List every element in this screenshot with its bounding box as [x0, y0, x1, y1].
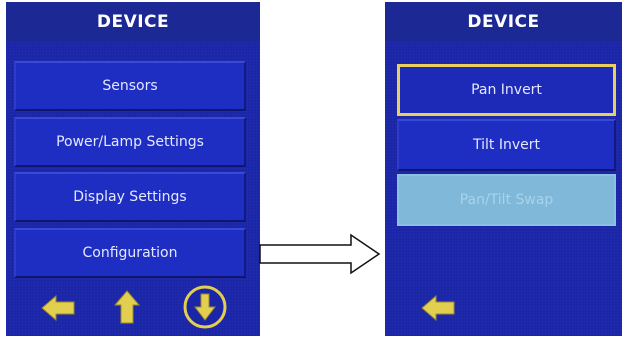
display-settings-label: Display Settings [73, 189, 187, 205]
sensors-button-label: Sensors [102, 78, 158, 94]
pan-invert-button[interactable]: Pan Invert [397, 64, 616, 116]
arrow-left-icon[interactable] [40, 294, 76, 322]
sensors-button[interactable]: Sensors [14, 61, 246, 111]
configuration-button[interactable]: Configuration [14, 228, 246, 278]
device-screen-right: DEVICE Pan Invert Tilt Invert Pan/Tilt S… [385, 2, 622, 336]
power-lamp-settings-label: Power/Lamp Settings [56, 134, 204, 150]
pan-tilt-swap-label: Pan/Tilt Swap [459, 192, 554, 208]
tilt-invert-label: Tilt Invert [473, 137, 540, 153]
display-settings-button[interactable]: Display Settings [14, 172, 246, 222]
arrow-down-circle-icon[interactable] [182, 284, 228, 330]
transition-arrow-icon [259, 233, 381, 275]
arrow-left-icon[interactable] [420, 294, 456, 322]
device-screen-left: DEVICE Sensors Power/Lamp Settings Displ… [6, 2, 260, 336]
page-title: DEVICE [385, 2, 622, 42]
tilt-invert-button[interactable]: Tilt Invert [397, 119, 616, 171]
pan-invert-label: Pan Invert [471, 82, 542, 98]
pan-tilt-swap-button[interactable]: Pan/Tilt Swap [397, 174, 616, 226]
arrow-up-icon[interactable] [113, 289, 141, 325]
configuration-label: Configuration [82, 245, 178, 261]
power-lamp-settings-button[interactable]: Power/Lamp Settings [14, 117, 246, 167]
page-title: DEVICE [6, 2, 260, 42]
